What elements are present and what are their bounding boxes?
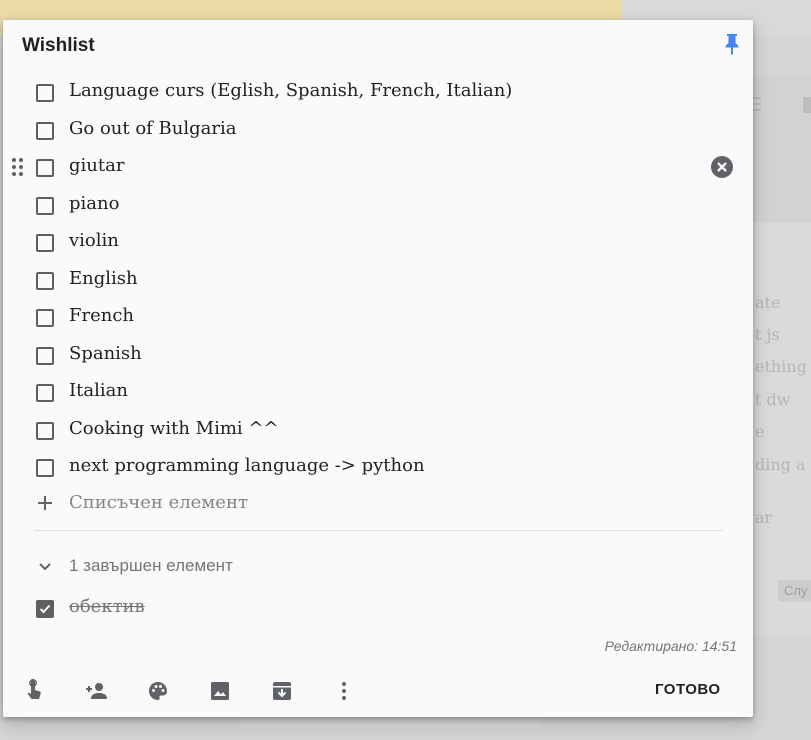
remind-me-icon[interactable]: [19, 676, 49, 706]
completed-items-toggle[interactable]: 1 завършен елемент: [3, 550, 753, 584]
remove-item-icon[interactable]: [710, 155, 734, 179]
background-text: ething: [755, 357, 807, 376]
list-item-text[interactable]: Cooking with Mimi ^^: [69, 418, 279, 439]
checkbox[interactable]: [36, 459, 54, 477]
edited-timestamp: Редактирано: 14:51: [604, 638, 737, 654]
checkbox[interactable]: [36, 234, 54, 252]
list-item[interactable]: English: [3, 262, 753, 299]
list-item[interactable]: French: [3, 299, 753, 336]
note-editor-card: Wishlist Language curs (Eglish, Spanish,…: [3, 20, 753, 717]
list-item-text[interactable]: Language curs (Eglish, Spanish, French, …: [69, 80, 512, 101]
list-item-text[interactable]: next programming language -> python: [69, 455, 425, 476]
checkbox[interactable]: [36, 121, 54, 140]
background-text: e: [755, 422, 765, 441]
checkbox[interactable]: [36, 271, 54, 290]
list-item[interactable]: Language curs (Eglish, Spanish, French, …: [3, 74, 753, 111]
list-item[interactable]: Spanish: [3, 337, 753, 374]
add-list-item[interactable]: Списъчен елемент: [3, 486, 753, 522]
divider: [34, 530, 723, 531]
list-item[interactable]: next programming language -> python: [3, 449, 753, 486]
plus-icon: [36, 494, 54, 512]
list-item[interactable]: giutar: [3, 149, 753, 186]
image-icon[interactable]: [205, 676, 235, 706]
done-button[interactable]: ГОТОВО: [655, 681, 721, 698]
checkbox[interactable]: [36, 309, 54, 327]
list-item-text[interactable]: piano: [69, 193, 119, 214]
checked-checkbox[interactable]: [36, 600, 54, 618]
completed-items-count: 1 завършен елемент: [69, 556, 233, 575]
background-text: t js: [755, 325, 780, 344]
list-item-text[interactable]: Go out of Bulgaria: [69, 118, 236, 139]
archive-icon[interactable]: [267, 676, 297, 706]
pin-icon[interactable]: [722, 32, 742, 56]
background-image-icon: [803, 97, 811, 113]
checkbox[interactable]: [36, 346, 54, 365]
list-item-text[interactable]: violin: [69, 230, 119, 251]
list-item[interactable]: Italian: [3, 374, 753, 411]
note-toolbar: ГОТОВО: [3, 672, 753, 712]
list-item-text[interactable]: English: [69, 268, 138, 289]
checkbox[interactable]: [36, 159, 54, 177]
list-item-text[interactable]: giutar: [69, 155, 124, 176]
list-item[interactable]: piano: [3, 187, 753, 224]
collaborator-icon[interactable]: [81, 676, 111, 706]
checkbox[interactable]: [36, 421, 54, 440]
checkbox[interactable]: [36, 384, 54, 402]
list-item-text[interactable]: French: [69, 305, 134, 326]
more-icon[interactable]: [329, 676, 359, 706]
drag-handle-icon[interactable]: [11, 157, 25, 177]
completed-item-text[interactable]: обектив: [69, 596, 145, 617]
background-bottom-bar: [240, 716, 540, 728]
completed-list-item[interactable]: обектив: [3, 590, 753, 627]
checkbox[interactable]: [36, 196, 54, 215]
list-item[interactable]: Cooking with Mimi ^^: [3, 412, 753, 449]
background-text: ding a: [755, 455, 806, 474]
background-label-badge: Слу: [778, 580, 811, 602]
list-item[interactable]: Go out of Bulgaria: [3, 112, 753, 149]
checkbox[interactable]: [36, 84, 54, 102]
palette-icon[interactable]: [143, 676, 173, 706]
background-text: ar: [755, 508, 773, 527]
list-item[interactable]: violin: [3, 224, 753, 261]
list-item-text[interactable]: Italian: [69, 380, 128, 401]
add-item-placeholder[interactable]: Списъчен елемент: [69, 492, 248, 513]
chevron-down-icon: [36, 558, 54, 576]
list-item-text[interactable]: Spanish: [69, 343, 142, 364]
background-text: t dw: [755, 390, 791, 409]
background-text: ate: [755, 293, 781, 312]
note-title[interactable]: Wishlist: [22, 35, 95, 57]
